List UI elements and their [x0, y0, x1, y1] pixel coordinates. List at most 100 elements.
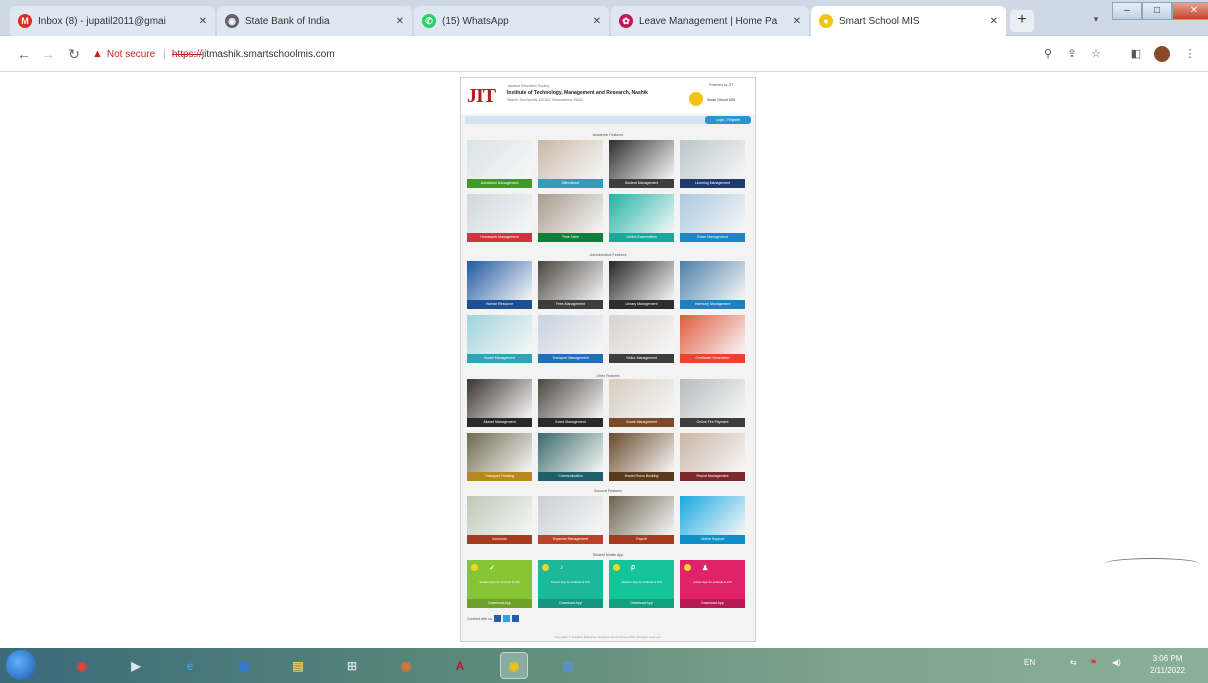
youtube-icon[interactable] — [511, 615, 519, 622]
feature-card[interactable]: Expense Management — [538, 496, 603, 544]
browser-tab[interactable]: M Inbox (8) - jupatil2011@gmai ✕ — [10, 6, 215, 36]
feature-card[interactable]: Certificate Generation — [680, 315, 745, 363]
feature-label: Attendance — [538, 179, 603, 188]
feature-card[interactable]: Transport Tracking — [467, 433, 532, 481]
feature-image — [538, 433, 603, 472]
browser-tab[interactable]: ● Smart School MIS ✕ — [811, 6, 1006, 36]
minimize-icon[interactable]: – — [1112, 2, 1142, 20]
feature-label: Human Resource — [467, 300, 532, 309]
smart-school-logo-icon — [689, 92, 703, 106]
feature-image — [467, 194, 532, 233]
browser-tab[interactable]: ✿ Leave Management | Home Pa ✕ — [611, 6, 809, 36]
feature-card[interactable]: Inventory Management — [680, 261, 745, 309]
feature-card[interactable]: Alumni Management — [467, 379, 532, 427]
feature-card[interactable]: Homework Management — [467, 194, 532, 242]
url-field[interactable]: ▲ Not secure | https:// jitmashik.smarts… — [92, 44, 992, 64]
feature-card[interactable]: Online Support — [680, 496, 745, 544]
side-panel-icon[interactable]: ◧ — [1126, 44, 1146, 64]
profile-avatar[interactable] — [1154, 46, 1170, 62]
tab-close-icon[interactable]: ✕ — [593, 16, 601, 27]
feature-card[interactable]: Grade Management — [609, 379, 674, 427]
feature-card[interactable]: Learning Management — [680, 140, 745, 188]
feature-card[interactable]: Hostel Room Booking — [609, 433, 674, 481]
network-icon[interactable]: ⊞ — [338, 652, 366, 679]
app-download-card[interactable]: ♪ Parent App for Android & iOS Download Ap… — [538, 560, 603, 608]
feature-card[interactable]: Communication — [538, 433, 603, 481]
system-clock[interactable]: 3:06 PM 2/11/2022 — [1150, 653, 1185, 677]
browser-tab[interactable]: ✆ (15) WhatsApp ✕ — [414, 6, 609, 36]
chrome-icon[interactable]: ◉ — [68, 652, 96, 679]
feature-card[interactable]: Library Management — [609, 261, 674, 309]
internet-explorer-icon[interactable]: e — [176, 652, 204, 679]
maximize-icon[interactable]: □ — [1142, 2, 1172, 20]
twitter-icon[interactable] — [502, 615, 510, 622]
tab-search-icon[interactable]: ▾ — [1088, 10, 1104, 28]
feature-card[interactable]: Visitor Management — [609, 315, 674, 363]
tab-close-icon[interactable]: ✕ — [990, 16, 998, 27]
firefox-icon[interactable]: ◉ — [392, 652, 420, 679]
feature-card[interactable]: Student Management — [609, 140, 674, 188]
app-download-card[interactable]: ♟ Admin App for Android & iOS Download App — [680, 560, 745, 608]
feature-card[interactable]: Hostel Management — [467, 315, 532, 363]
feature-card[interactable]: Accounts — [467, 496, 532, 544]
menu-kebab-icon[interactable]: ⋮ — [1180, 44, 1200, 64]
feature-card[interactable]: Human Resource — [467, 261, 532, 309]
feature-label: Communication — [538, 472, 603, 481]
tab-close-icon[interactable]: ✕ — [396, 16, 404, 27]
tab-close-icon[interactable]: ✕ — [793, 16, 801, 27]
app-badge-icon — [471, 564, 478, 571]
feature-label: Event Management — [538, 418, 603, 427]
leave-icon: ✿ — [619, 14, 633, 28]
media-center-icon[interactable]: ▶ — [122, 652, 150, 679]
feature-card[interactable]: Exam Management — [680, 194, 745, 242]
new-tab-button[interactable]: + — [1010, 10, 1034, 32]
flag-tray-icon[interactable]: ⚑ — [1090, 658, 1097, 667]
feature-card[interactable]: Time Table — [538, 194, 603, 242]
forward-icon[interactable]: → — [38, 44, 58, 64]
login-button[interactable]: Login / Register — [705, 116, 751, 124]
close-window-icon[interactable]: ✕ — [1172, 2, 1208, 20]
facebook-icon[interactable] — [493, 615, 501, 622]
feature-label: Fees Management — [538, 300, 603, 309]
app-download-button[interactable]: Download App — [609, 599, 674, 608]
app-description: Admin App for Android & iOS — [693, 580, 732, 584]
volume-icon[interactable]: ◀) — [1112, 658, 1121, 667]
app-download-button[interactable]: Download App — [467, 599, 532, 608]
media-player-icon[interactable]: ▣ — [230, 652, 258, 679]
feature-card[interactable]: Event Management — [538, 379, 603, 427]
browser-tab[interactable]: ◉ State Bank of India ✕ — [217, 6, 412, 36]
zoom-icon[interactable]: ⚲ — [1038, 44, 1058, 64]
language-indicator[interactable]: EN — [1024, 658, 1035, 667]
network-tray-icon[interactable]: ⇆ — [1070, 658, 1077, 667]
acrobat-icon[interactable]: A — [446, 652, 474, 679]
reload-icon[interactable]: ↻ — [64, 44, 84, 64]
tab-close-icon[interactable]: ✕ — [199, 16, 207, 27]
globe-icon: ◉ — [225, 14, 239, 28]
app-download-card[interactable]: ✓ Student App for Android & iOS Download A… — [467, 560, 532, 608]
back-icon[interactable]: ← — [14, 44, 34, 64]
chrome-active-icon[interactable]: ◉ — [500, 652, 528, 679]
feature-card[interactable]: Online Examination — [609, 194, 674, 242]
feature-card[interactable]: Payroll — [609, 496, 674, 544]
jit-logo[interactable]: JIT — [467, 85, 496, 108]
feature-card[interactable]: Admission Management — [467, 140, 532, 188]
app-download-button[interactable]: Download App — [680, 599, 745, 608]
institute-address: Nashik, Dist Nashik 422101, Maharashtra,… — [507, 98, 583, 102]
feature-card[interactable]: Report Management — [680, 433, 745, 481]
bookmark-star-icon[interactable]: ☆ — [1086, 44, 1106, 64]
feature-card[interactable]: Transport Management — [538, 315, 603, 363]
feature-image — [538, 140, 603, 179]
share-icon[interactable]: ⇪ — [1062, 44, 1082, 64]
app-download-button[interactable]: Download App — [538, 599, 603, 608]
security-status[interactable]: Not secure — [107, 49, 155, 60]
control-panel-icon[interactable]: ▦ — [554, 652, 582, 679]
warning-icon: ▲ — [92, 48, 103, 60]
app-download-card[interactable]: ρ Teacher App for Android & iOS Download A… — [609, 560, 674, 608]
file-explorer-icon[interactable]: ▤ — [284, 652, 312, 679]
feature-card[interactable]: Online Fee Payment — [680, 379, 745, 427]
feature-card[interactable]: Fees Management — [538, 261, 603, 309]
start-button[interactable] — [6, 650, 36, 680]
feature-image — [609, 194, 674, 233]
feature-card[interactable]: Attendance — [538, 140, 603, 188]
feature-image — [467, 315, 532, 354]
